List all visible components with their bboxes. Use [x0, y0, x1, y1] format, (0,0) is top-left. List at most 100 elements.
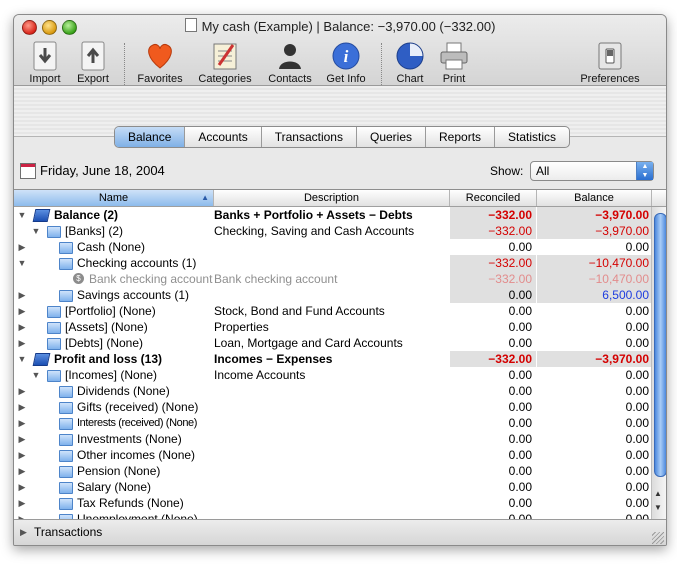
scrollbar-thumb[interactable] — [654, 213, 666, 477]
disclosure-closed-icon[interactable]: ▶ — [17, 287, 27, 303]
disclosure-closed-icon[interactable]: ▶ — [20, 527, 27, 538]
scroll-down-arrow-icon[interactable]: ▼ — [654, 503, 662, 512]
row-description: Loan, Mortgage and Card Accounts — [214, 336, 403, 350]
row-balance: 0.00 — [625, 240, 649, 254]
table-row[interactable]: ▶ Gifts (received) (None) 0.00 0.00 — [14, 399, 651, 415]
tab-statistics[interactable]: Statistics — [495, 127, 569, 147]
title-bar: My cash (Example) | Balance: −3,970.00 (… — [14, 15, 666, 87]
row-balance: −10,470.00 — [537, 255, 651, 271]
pie-chart-icon — [395, 41, 425, 71]
heart-icon — [145, 41, 175, 71]
show-select[interactable]: All ▲ ▼ — [530, 161, 654, 181]
vertical-scrollbar[interactable]: ▲ ▼ — [651, 207, 666, 520]
folder-icon — [59, 418, 73, 430]
row-reconciled: −332.00 — [450, 223, 536, 239]
table-row[interactable]: ▶ Pension (None) 0.00 0.00 — [14, 463, 651, 479]
disclosure-open-icon[interactable]: ▼ — [31, 367, 41, 383]
folder-icon — [47, 338, 61, 350]
row-reconciled: 0.00 — [508, 400, 532, 414]
tab-transactions[interactable]: Transactions — [262, 127, 357, 147]
chart-label: Chart — [396, 73, 424, 85]
table-row[interactable]: ▶ Interests (received) (None) 0.00 0.00 — [14, 415, 651, 431]
disclosure-closed-icon[interactable]: ▶ — [17, 383, 27, 399]
column-header-name[interactable]: Name ▲ — [14, 190, 214, 206]
disclosure-closed-icon[interactable]: ▶ — [17, 239, 27, 255]
import-button[interactable]: Import — [24, 41, 66, 85]
tab-balance[interactable]: Balance — [115, 127, 186, 147]
folder-icon — [47, 226, 61, 238]
table-row[interactable]: ▼ Checking accounts (1) −332.00 −10,470.… — [14, 255, 651, 271]
folder-icon — [59, 498, 73, 510]
folder-icon — [59, 258, 73, 270]
import-label: Import — [29, 73, 61, 85]
disclosure-closed-icon[interactable]: ▶ — [17, 463, 27, 479]
table-row[interactable]: ▶ Investments (None) 0.00 0.00 — [14, 431, 651, 447]
row-name: Tax Refunds (None) — [77, 496, 184, 510]
row-reconciled: 0.00 — [508, 304, 532, 318]
resize-grip-icon[interactable] — [652, 532, 664, 544]
column-header-reconciled[interactable]: Reconciled — [450, 190, 537, 206]
calendar-icon[interactable] — [20, 163, 36, 179]
table-row[interactable]: ▶ Other incomes (None) 0.00 0.00 — [14, 447, 651, 463]
disclosure-closed-icon[interactable]: ▶ — [17, 335, 27, 351]
folder-icon — [59, 242, 73, 254]
table-row[interactable]: ▶ [Debts] (None) Loan, Mortgage and Card… — [14, 335, 651, 351]
get-info-button[interactable]: i Get Info — [320, 41, 372, 85]
disclosure-closed-icon[interactable]: ▶ — [17, 319, 27, 335]
table-row[interactable]: ▼ Balance (2) Banks + Portfolio + Assets… — [14, 207, 651, 223]
disclosure-closed-icon[interactable]: ▶ — [17, 303, 27, 319]
row-name: Balance (2) — [54, 208, 119, 222]
table-row[interactable]: ▼ [Incomes] (None) Income Accounts 0.00 … — [14, 367, 651, 383]
disclosure-open-icon[interactable]: ▼ — [17, 255, 27, 271]
table-row[interactable]: ▶ Tax Refunds (None) 0.00 0.00 — [14, 495, 651, 511]
table-row[interactable]: ▶ Savings accounts (1) 0.00 6,500.00 — [14, 287, 651, 303]
tab-accounts[interactable]: Accounts — [185, 127, 262, 147]
toolbar-separator — [124, 43, 125, 87]
contacts-button[interactable]: Contacts — [264, 41, 316, 85]
folder-icon — [59, 482, 73, 494]
updown-arrows-icon: ▲ ▼ — [636, 162, 653, 180]
transactions-drawer-bar[interactable]: ▶ Transactions — [14, 519, 666, 545]
table-row[interactable]: ▼ [Banks] (2) Checking, Saving and Cash … — [14, 223, 651, 239]
favorites-button[interactable]: Favorites — [134, 41, 186, 85]
folder-icon — [59, 466, 73, 478]
chart-button[interactable]: Chart — [388, 41, 432, 85]
row-description: Stock, Bond and Fund Accounts — [214, 304, 385, 318]
column-header-balance[interactable]: Balance — [537, 190, 652, 206]
row-name: Pension (None) — [77, 464, 161, 478]
table-row[interactable]: ▶ Dividends (None) 0.00 0.00 — [14, 383, 651, 399]
export-button[interactable]: Export — [72, 41, 114, 85]
disclosure-open-icon[interactable]: ▼ — [17, 207, 27, 223]
row-balance: 0.00 — [625, 416, 649, 430]
sort-ascending-icon: ▲ — [201, 193, 209, 202]
row-balance: 0.00 — [625, 336, 649, 350]
row-name: Investments (None) — [77, 432, 182, 446]
tab-queries[interactable]: Queries — [357, 127, 427, 147]
preferences-button[interactable]: Preferences — [574, 41, 646, 85]
disclosure-closed-icon[interactable]: ▶ — [17, 495, 27, 511]
disclosure-closed-icon[interactable]: ▶ — [17, 479, 27, 495]
disclosure-closed-icon[interactable]: ▶ — [17, 431, 27, 447]
disclosure-open-icon[interactable]: ▼ — [31, 223, 41, 239]
table-row[interactable]: $ Bank checking account Bank checking ac… — [14, 271, 651, 287]
print-button[interactable]: Print — [434, 41, 474, 85]
table-row[interactable]: ▼ Profit and loss (13) Incomes − Expense… — [14, 351, 651, 367]
column-header-description[interactable]: Description — [214, 190, 450, 206]
table-row[interactable]: ▶ Salary (None) 0.00 0.00 — [14, 479, 651, 495]
book-icon — [32, 353, 51, 366]
show-label: Show: — [490, 164, 524, 178]
disclosure-closed-icon[interactable]: ▶ — [17, 415, 27, 431]
table-row[interactable]: ▶ [Portfolio] (None) Stock, Bond and Fun… — [14, 303, 651, 319]
folder-icon — [59, 386, 73, 398]
disclosure-open-icon[interactable]: ▼ — [17, 351, 27, 367]
disclosure-closed-icon[interactable]: ▶ — [17, 399, 27, 415]
disclosure-closed-icon[interactable]: ▶ — [17, 447, 27, 463]
table-row[interactable]: ▶ [Assets] (None) Properties 0.00 0.00 — [14, 319, 651, 335]
row-reconciled: −332.00 — [450, 207, 536, 223]
tab-reports[interactable]: Reports — [426, 127, 496, 147]
row-description: Banks + Portfolio + Assets − Debts — [214, 208, 413, 222]
transactions-drawer-label: Transactions — [34, 525, 103, 539]
categories-button[interactable]: Categories — [194, 41, 256, 85]
table-row[interactable]: ▶ Cash (None) 0.00 0.00 — [14, 239, 651, 255]
scroll-up-arrow-icon[interactable]: ▲ — [654, 489, 662, 498]
